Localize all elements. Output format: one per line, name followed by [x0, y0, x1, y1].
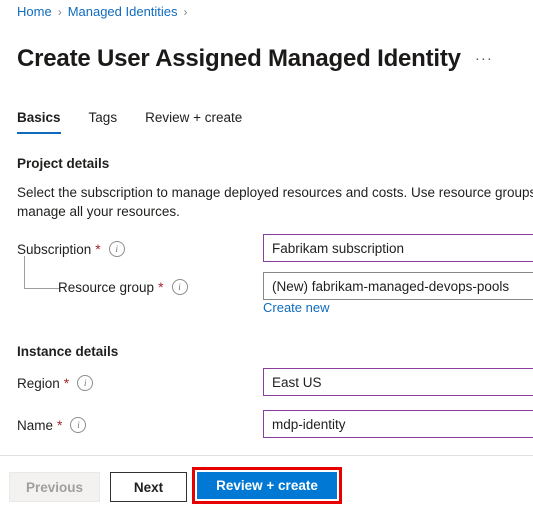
- breadcrumb-item-managed-identities[interactable]: Managed Identities: [68, 3, 178, 21]
- name-input[interactable]: mdp-identity: [263, 410, 533, 438]
- page-title: Create User Assigned Managed Identity: [17, 45, 461, 73]
- info-icon[interactable]: i: [70, 417, 87, 433]
- page-header: Create User Assigned Managed Identity ··…: [17, 27, 493, 91]
- review-create-button[interactable]: Review + create: [197, 472, 337, 499]
- form-row-name: Name * i mdp-identity: [0, 410, 533, 440]
- resource-group-label: Resource group: [58, 279, 155, 295]
- breadcrumb: Home › Managed Identities ›: [17, 3, 194, 21]
- subscription-label: Subscription: [17, 241, 92, 257]
- info-icon[interactable]: i: [77, 375, 94, 391]
- form-row-subscription: Subscription * i Fabrikam subscription: [0, 234, 533, 264]
- breadcrumb-item-home[interactable]: Home: [17, 3, 52, 21]
- region-label-group: Region * i: [17, 368, 94, 398]
- tab-basics[interactable]: Basics: [17, 110, 61, 134]
- info-icon[interactable]: i: [171, 279, 188, 295]
- create-new-resource-group-link[interactable]: Create new: [263, 300, 329, 315]
- required-marker: *: [57, 417, 63, 433]
- tab-bar: Basics Tags Review + create: [17, 110, 270, 134]
- project-details-description: Select the subscription to manage deploy…: [17, 185, 533, 219]
- resource-group-select[interactable]: (New) fabrikam-managed-devops-pools: [263, 272, 533, 300]
- name-label: Name: [17, 417, 54, 433]
- breadcrumb-separator-icon: ›: [57, 5, 62, 19]
- project-details-heading: Project details: [17, 156, 110, 171]
- region-select[interactable]: East US: [263, 368, 533, 396]
- region-label: Region: [17, 375, 60, 391]
- more-options-icon[interactable]: ···: [475, 51, 493, 66]
- resource-group-label-group: Resource group * i: [58, 272, 188, 302]
- form-row-resource-group: Resource group * i (New) fabrikam-manage…: [0, 272, 533, 302]
- instance-details-heading: Instance details: [17, 344, 119, 359]
- required-marker: *: [158, 279, 164, 295]
- next-button[interactable]: Next: [110, 472, 187, 502]
- required-marker: *: [95, 241, 101, 257]
- required-marker: *: [63, 375, 70, 391]
- subscription-select[interactable]: Fabrikam subscription: [263, 234, 533, 262]
- form-row-region: Region * i East US: [0, 368, 533, 398]
- info-icon[interactable]: i: [108, 241, 125, 257]
- breadcrumb-separator-icon: ›: [183, 5, 188, 19]
- tab-review-create[interactable]: Review + create: [145, 110, 242, 134]
- tab-tags[interactable]: Tags: [89, 110, 118, 134]
- name-label-group: Name * i: [17, 410, 87, 440]
- previous-button: Previous: [9, 472, 100, 502]
